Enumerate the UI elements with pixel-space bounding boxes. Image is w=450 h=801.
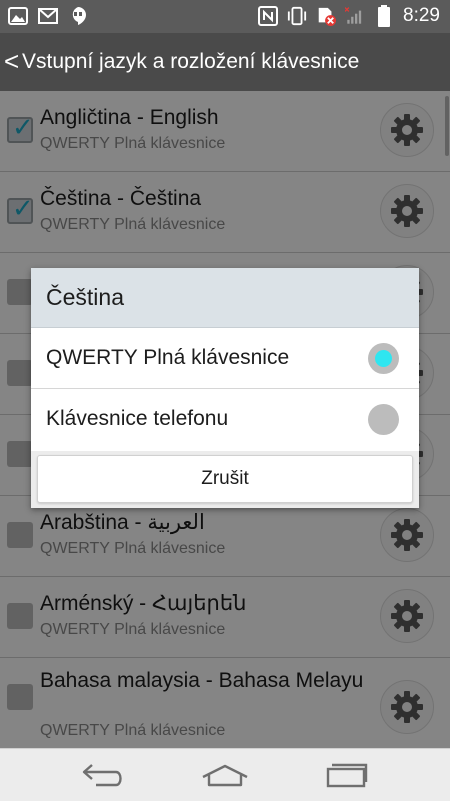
option-phone-keypad[interactable]: Klávesnice telefonu: [31, 389, 419, 450]
navigation-bar: [0, 748, 450, 801]
layout-dialog: Čeština QWERTY Plná klávesnice Klávesnic…: [31, 268, 419, 508]
option-label: QWERTY Plná klávesnice: [46, 346, 290, 369]
status-bar: 8:29: [0, 0, 450, 33]
radio-unselected[interactable]: [368, 404, 399, 435]
cancel-button[interactable]: Zrušit: [37, 455, 413, 503]
page-title[interactable]: Vstupní jazyk a rozložení klávesnice: [22, 50, 359, 74]
nfc-icon: [258, 6, 279, 26]
home-icon[interactable]: [195, 757, 255, 793]
option-label: Klávesnice telefonu: [46, 407, 229, 430]
radio-selected[interactable]: [368, 343, 399, 374]
hangouts-icon: [68, 6, 88, 26]
radio-dot: [375, 350, 392, 367]
dialog-header: Čeština: [31, 268, 419, 328]
image-icon: [8, 6, 28, 26]
recent-apps-icon[interactable]: [316, 757, 376, 793]
vibrate-icon: [287, 6, 307, 26]
option-qwerty[interactable]: QWERTY Plná klávesnice: [31, 328, 419, 389]
title-bar: < Vstupní jazyk a rozložení klávesnice: [0, 33, 450, 91]
signal-icon: [345, 6, 365, 26]
battery-icon: [374, 5, 394, 27]
back-chevron[interactable]: <: [4, 47, 19, 75]
gmail-icon: [38, 6, 58, 26]
sim-error-icon: [316, 6, 337, 26]
back-icon[interactable]: [73, 757, 133, 793]
dialog-button-area: Zrušit: [31, 451, 419, 508]
dialog-title: Čeština: [46, 284, 124, 310]
clock: 8:29: [403, 5, 440, 26]
